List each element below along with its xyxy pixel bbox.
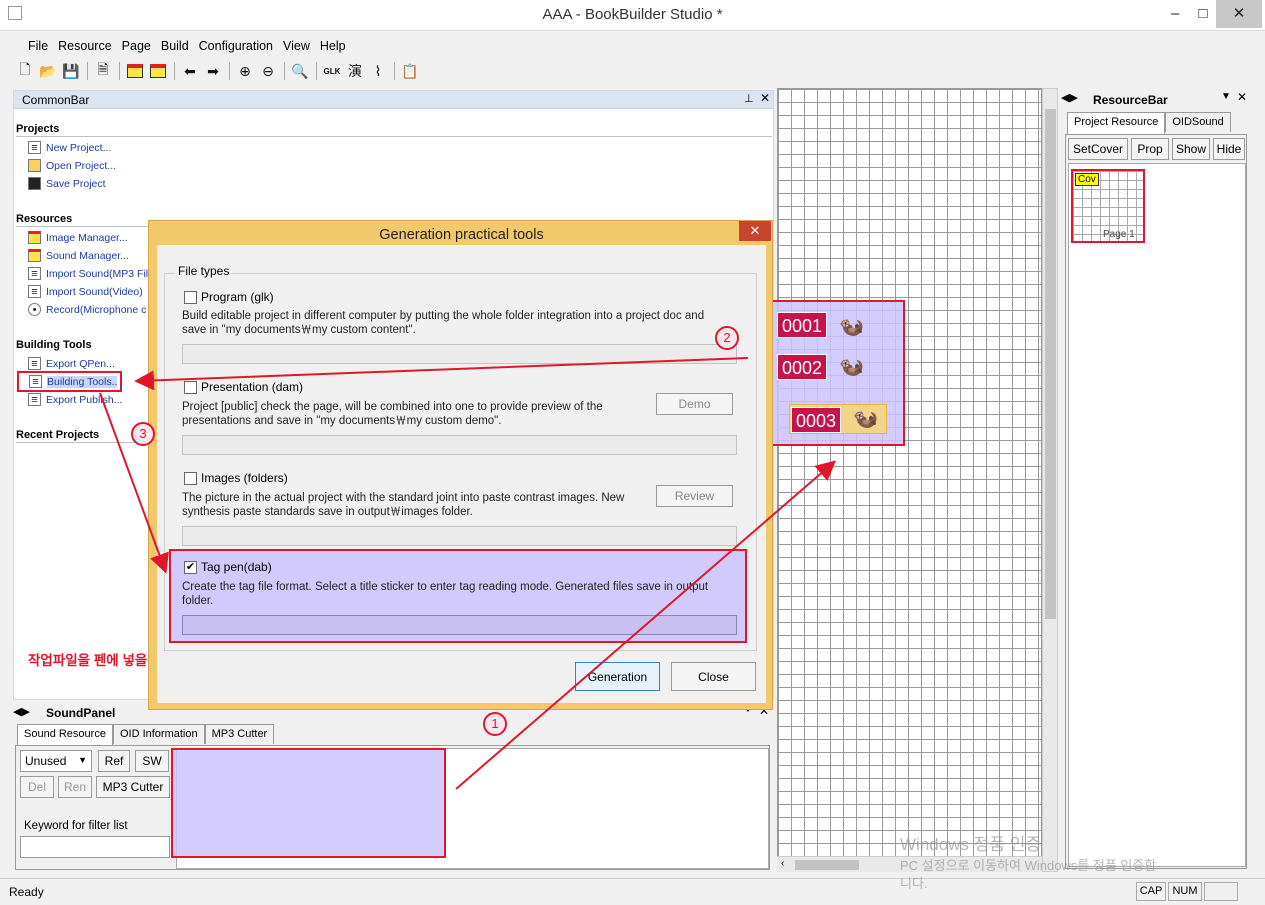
step-marker-3: 3	[131, 422, 155, 446]
arrow-2	[134, 357, 749, 391]
scrl-indicator	[1204, 882, 1238, 901]
annotation-arrows	[99, 357, 837, 790]
watermark-title: Windows 정품 인증	[900, 835, 1041, 854]
status-bar: Ready CAP NUM	[0, 878, 1265, 905]
cap-indicator: CAP	[1136, 882, 1166, 901]
watermark-line2: PC 설정으로 이동하여 Windows를 정품 인증합	[900, 858, 1157, 873]
num-indicator: NUM	[1168, 882, 1202, 901]
status-text: Ready	[9, 885, 44, 899]
arrow-1	[455, 460, 837, 790]
arrow-3	[99, 392, 169, 574]
step-marker-2: 2	[715, 326, 739, 350]
watermark-line3: 니다.	[900, 876, 928, 891]
step-marker-1: 1	[483, 712, 507, 736]
